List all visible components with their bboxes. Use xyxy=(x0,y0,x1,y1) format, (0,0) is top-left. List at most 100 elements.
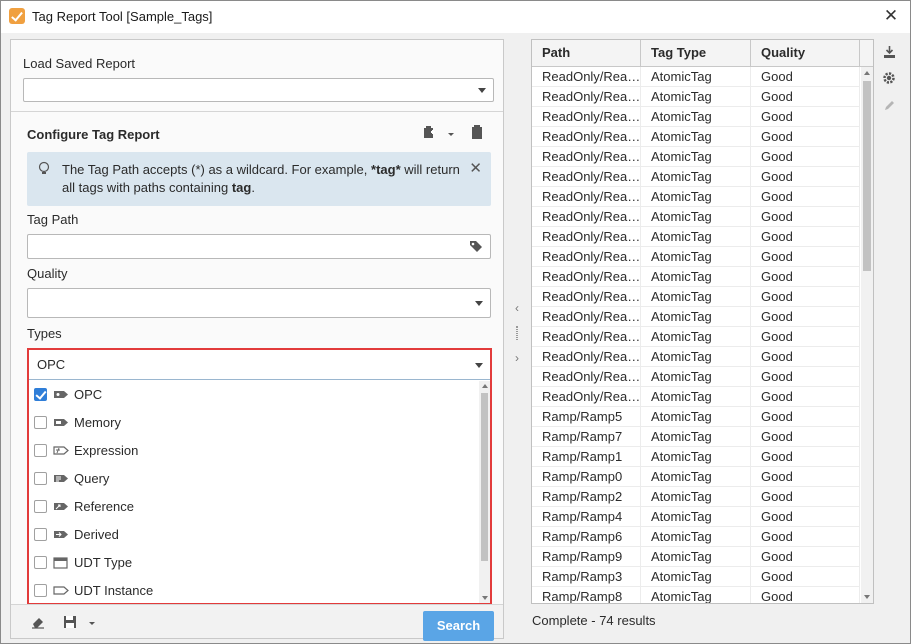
table-row[interactable]: ReadOnly/Rea… AtomicTag Good xyxy=(532,367,860,387)
cell-tag-type: AtomicTag xyxy=(641,207,751,226)
type-option-memory[interactable]: Memory xyxy=(29,409,477,437)
table-row[interactable]: ReadOnly/Rea… AtomicTag Good xyxy=(532,187,860,207)
chevron-down-icon[interactable] xyxy=(88,619,96,627)
chevron-left-icon[interactable]: ‹ xyxy=(509,301,525,315)
results-table: Path Tag Type Quality ReadOnly/Rea… Atomi… xyxy=(531,39,874,604)
types-scrollbar[interactable] xyxy=(479,381,490,603)
cell-tag-type: AtomicTag xyxy=(641,567,751,586)
cell-quality: Good xyxy=(751,527,860,546)
table-row[interactable]: Ramp/Ramp0 AtomicTag Good xyxy=(532,467,860,487)
table-row[interactable]: ReadOnly/Rea… AtomicTag Good xyxy=(532,267,860,287)
app-icon xyxy=(9,8,25,24)
cell-tag-type: AtomicTag xyxy=(641,447,751,466)
type-option-udt-type[interactable]: UDT Type xyxy=(29,549,477,577)
add-report-icon[interactable] xyxy=(421,125,437,141)
cell-quality: Good xyxy=(751,387,860,406)
scroll-up-icon[interactable] xyxy=(481,384,488,388)
export-icon[interactable] xyxy=(879,45,899,65)
cell-tag-type: AtomicTag xyxy=(641,127,751,146)
table-row[interactable]: ReadOnly/Rea… AtomicTag Good xyxy=(532,307,860,327)
memory-checkbox[interactable] xyxy=(34,416,47,429)
table-row[interactable]: Ramp/Ramp3 AtomicTag Good xyxy=(532,567,860,587)
table-row[interactable]: ReadOnly/Rea… AtomicTag Good xyxy=(532,247,860,267)
cell-path: Ramp/Ramp5 xyxy=(532,407,641,426)
query-checkbox[interactable] xyxy=(34,472,47,485)
cell-path: Ramp/Ramp3 xyxy=(532,567,641,586)
type-option-query[interactable]: Query xyxy=(29,465,477,493)
table-row[interactable]: ReadOnly/Rea… AtomicTag Good xyxy=(532,87,860,107)
table-row[interactable]: ReadOnly/Rea… AtomicTag Good xyxy=(532,67,860,87)
chevron-down-icon xyxy=(475,301,483,306)
close-window-button[interactable]: ✕ xyxy=(880,5,902,27)
quality-dropdown[interactable] xyxy=(27,288,491,318)
chevron-right-icon[interactable]: › xyxy=(509,351,525,365)
eraser-icon[interactable] xyxy=(31,615,45,629)
expression-checkbox[interactable] xyxy=(34,444,47,457)
cell-tag-type: AtomicTag xyxy=(641,187,751,206)
table-row[interactable]: Ramp/Ramp8 AtomicTag Good xyxy=(532,587,860,603)
table-row[interactable]: Ramp/Ramp5 AtomicTag Good xyxy=(532,407,860,427)
search-button[interactable]: Search xyxy=(423,611,494,641)
cell-tag-type: AtomicTag xyxy=(641,527,751,546)
type-option-reference[interactable]: Reference xyxy=(29,493,477,521)
column-header-quality[interactable]: Quality xyxy=(751,40,860,66)
cell-tag-type: AtomicTag xyxy=(641,87,751,106)
table-row[interactable]: Ramp/Ramp7 AtomicTag Good xyxy=(532,427,860,447)
cell-path: Ramp/Ramp2 xyxy=(532,487,641,506)
splitter-grip[interactable] xyxy=(516,326,518,340)
results-scrollbar[interactable] xyxy=(861,67,873,603)
cell-quality: Good xyxy=(751,207,860,226)
column-header-path[interactable]: Path xyxy=(532,40,641,66)
types-dropdown[interactable]: OPC xyxy=(29,350,490,380)
udt-instance-checkbox[interactable] xyxy=(34,584,47,597)
tag-browse-icon[interactable] xyxy=(469,240,483,253)
scroll-up-icon[interactable] xyxy=(864,71,870,75)
gear-icon[interactable] xyxy=(879,71,899,91)
scroll-down-icon[interactable] xyxy=(864,595,870,599)
table-row[interactable]: ReadOnly/Rea… AtomicTag Good xyxy=(532,207,860,227)
cell-quality: Good xyxy=(751,67,860,86)
table-row[interactable]: Ramp/Ramp9 AtomicTag Good xyxy=(532,547,860,567)
table-row[interactable]: ReadOnly/Rea… AtomicTag Good xyxy=(532,107,860,127)
close-icon[interactable]: ✕ xyxy=(469,159,482,177)
udt-type-checkbox[interactable] xyxy=(34,556,47,569)
panel-splitter[interactable]: ‹ › xyxy=(509,301,525,371)
table-row[interactable]: ReadOnly/Rea… AtomicTag Good xyxy=(532,287,860,307)
results-scroll-thumb[interactable] xyxy=(863,81,871,271)
derived-tag-icon xyxy=(54,531,68,538)
table-row[interactable]: Ramp/Ramp2 AtomicTag Good xyxy=(532,487,860,507)
cell-tag-type: AtomicTag xyxy=(641,247,751,266)
cell-tag-type: AtomicTag xyxy=(641,307,751,326)
opc-checkbox[interactable] xyxy=(34,388,47,401)
type-option-expression[interactable]: Expression xyxy=(29,437,477,465)
table-row[interactable]: Ramp/Ramp4 AtomicTag Good xyxy=(532,507,860,527)
chevron-down-icon[interactable] xyxy=(445,127,457,139)
clipboard-icon[interactable] xyxy=(469,125,485,141)
table-row[interactable]: Ramp/Ramp6 AtomicTag Good xyxy=(532,527,860,547)
column-header-tag-type[interactable]: Tag Type xyxy=(641,40,751,66)
reference-checkbox[interactable] xyxy=(34,500,47,513)
table-row[interactable]: ReadOnly/Rea… AtomicTag Good xyxy=(532,387,860,407)
derived-checkbox[interactable] xyxy=(34,528,47,541)
cell-path: Ramp/Ramp6 xyxy=(532,527,641,546)
type-option-udt-instance[interactable]: UDT Instance xyxy=(29,577,477,605)
table-row[interactable]: ReadOnly/Rea… AtomicTag Good xyxy=(532,127,860,147)
table-row[interactable]: ReadOnly/Rea… AtomicTag Good xyxy=(532,347,860,367)
load-report-dropdown[interactable] xyxy=(23,78,494,102)
tag-path-input[interactable] xyxy=(27,234,491,259)
save-icon[interactable] xyxy=(63,615,77,629)
scroll-down-icon[interactable] xyxy=(481,596,488,600)
chevron-down-icon xyxy=(478,88,486,93)
type-option-opc[interactable]: OPC xyxy=(29,381,477,409)
table-row[interactable]: ReadOnly/Rea… AtomicTag Good xyxy=(532,167,860,187)
cell-tag-type: AtomicTag xyxy=(641,427,751,446)
table-row[interactable]: ReadOnly/Rea… AtomicTag Good xyxy=(532,227,860,247)
table-row[interactable]: Ramp/Ramp1 AtomicTag Good xyxy=(532,447,860,467)
quality-label: Quality xyxy=(27,266,68,281)
table-row[interactable]: ReadOnly/Rea… AtomicTag Good xyxy=(532,147,860,167)
cell-path: ReadOnly/Rea… xyxy=(532,247,641,266)
table-row[interactable]: ReadOnly/Rea… AtomicTag Good xyxy=(532,327,860,347)
pencil-icon[interactable] xyxy=(879,99,899,119)
type-option-derived[interactable]: Derived xyxy=(29,521,477,549)
types-scroll-thumb[interactable] xyxy=(481,393,488,561)
